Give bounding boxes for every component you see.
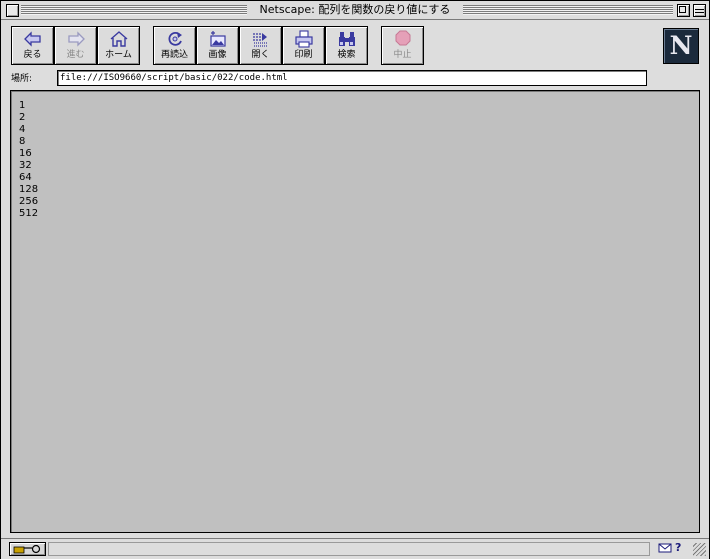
printer-icon	[295, 30, 313, 48]
print-button[interactable]: 印刷	[282, 26, 325, 65]
find-label: 検索	[337, 50, 356, 60]
home-label: ホーム	[105, 50, 132, 60]
title-stripes-right	[463, 5, 673, 15]
binoculars-icon	[339, 32, 355, 46]
output-line: 2	[19, 112, 26, 123]
open-button[interactable]: 開く	[239, 26, 282, 65]
print-label: 印刷	[294, 50, 313, 60]
output-line: 128	[19, 184, 39, 195]
images-button[interactable]: 画像	[196, 26, 239, 65]
output-lines: 1 2 4 8 16 32 64 128 256 512	[19, 100, 38, 220]
security-lock-icon[interactable]	[9, 542, 46, 556]
forward-button[interactable]: 進む	[54, 26, 97, 65]
open-label: 開く	[251, 50, 270, 60]
output-line: 64	[19, 172, 32, 183]
title-bar[interactable]: Netscape: 配列を関数の戻り値にする	[1, 1, 709, 20]
location-label: 場所:	[11, 74, 33, 84]
back-label: 戻る	[23, 50, 42, 60]
close-box[interactable]	[6, 4, 19, 17]
browser-window: Netscape: 配列を関数の戻り値にする 戻る 進む ホーム 再読込 画像 …	[0, 0, 710, 559]
output-line: 512	[19, 208, 39, 219]
status-bar: ?	[1, 538, 709, 559]
home-icon	[110, 31, 128, 47]
reload-icon	[168, 31, 182, 46]
forward-label: 進む	[66, 50, 85, 60]
netscape-logo[interactable]: N	[663, 28, 699, 64]
status-message	[48, 542, 650, 556]
open-icon	[253, 33, 268, 47]
output-line: 256	[19, 196, 39, 207]
title-stripes-left	[21, 5, 247, 15]
reload-label: 再読込	[160, 50, 188, 60]
stop-icon	[395, 30, 411, 46]
stop-label: 中止	[393, 50, 412, 60]
window-title: Netscape: 配列を関数の戻り値にする	[259, 3, 451, 16]
back-arrow-icon	[24, 31, 41, 47]
find-button[interactable]: 検索	[325, 26, 368, 65]
home-button[interactable]: ホーム	[97, 26, 140, 65]
stop-button[interactable]: 中止	[381, 26, 424, 65]
images-label: 画像	[208, 50, 227, 60]
resize-grip-icon[interactable]	[693, 543, 706, 556]
mail-icon[interactable]	[658, 542, 672, 554]
reload-button[interactable]: 再読込	[153, 26, 196, 65]
netscape-logo-letter: N	[669, 31, 693, 60]
page-content: 1 2 4 8 16 32 64 128 256 512	[10, 90, 700, 533]
output-line: 1	[19, 100, 26, 111]
output-line: 32	[19, 160, 32, 171]
forward-arrow-icon	[68, 31, 85, 47]
help-icon[interactable]: ?	[675, 541, 687, 555]
zoom-box[interactable]	[677, 4, 690, 17]
back-button[interactable]: 戻る	[11, 26, 54, 65]
images-icon	[210, 31, 226, 47]
output-line: 4	[19, 124, 26, 135]
output-line: 16	[19, 148, 32, 159]
collapse-box[interactable]	[693, 4, 706, 17]
output-line: 8	[19, 136, 26, 147]
location-input[interactable]	[57, 70, 647, 86]
